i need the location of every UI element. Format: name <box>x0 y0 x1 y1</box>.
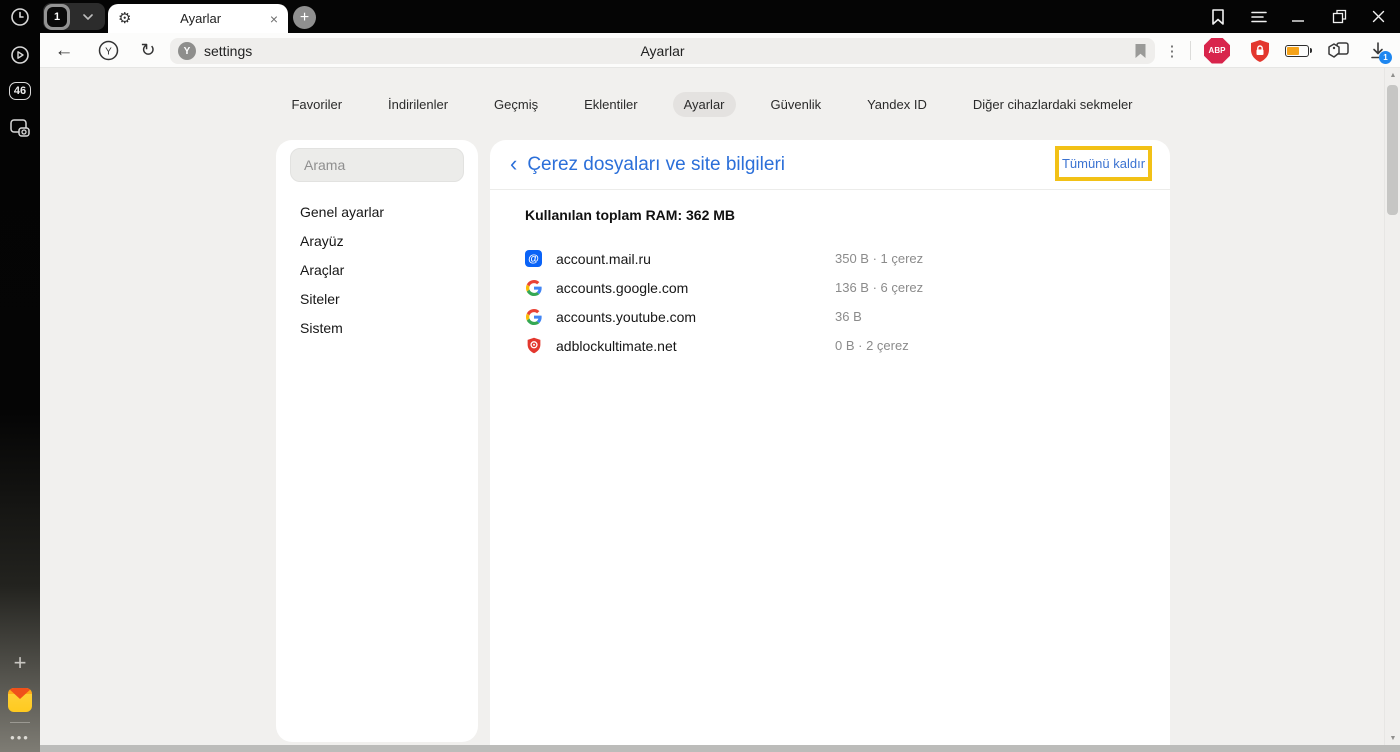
site-domain: accounts.youtube.com <box>556 308 697 325</box>
remove-all-annotation-box: Tümünü kaldır <box>1055 146 1152 181</box>
screenshot-icon[interactable] <box>0 115 40 141</box>
address-bar[interactable]: Y settings Ayarlar <box>170 38 1155 64</box>
url-text: settings <box>204 43 253 59</box>
svg-text:Y: Y <box>105 47 112 58</box>
yandex-home-icon[interactable]: Y <box>92 33 124 68</box>
bookmarks-panel-icon[interactable] <box>1201 0 1235 33</box>
new-tab-button[interactable]: + <box>293 6 316 29</box>
page-title: Çerez dosyaları ve site bilgileri <box>527 153 785 175</box>
back-chevron-icon[interactable]: ‹ <box>510 152 517 175</box>
scroll-down-icon[interactable]: ▼ <box>1385 735 1400 742</box>
rail-add-icon[interactable]: + <box>0 650 40 675</box>
tab-count-badge[interactable]: 46 <box>0 80 40 102</box>
settings-search[interactable] <box>290 148 464 182</box>
site-row[interactable]: accounts.google.com 136 B · 6 çerez <box>490 273 1170 302</box>
settings-page: Favoriler İndirilenler Geçmiş Eklentiler… <box>40 68 1400 752</box>
sidebar-item-genel-ayarlar[interactable]: Genel ayarlar <box>276 197 478 226</box>
sidebar-item-siteler[interactable]: Siteler <box>276 284 478 313</box>
tab-counter[interactable]: 1 <box>43 3 105 30</box>
site-domain: accounts.google.com <box>556 279 689 296</box>
sidebar-items: Genel ayarlar Arayüz Araçlar Siteler Sis… <box>276 197 478 342</box>
site-row[interactable]: accounts.youtube.com 36 B <box>490 302 1170 331</box>
site-list: @ account.mail.ru 350 B · 1 çerez accoun… <box>490 244 1170 360</box>
nav-guvenlik[interactable]: Güvenlik <box>760 92 833 117</box>
nav-eklentiler[interactable]: Eklentiler <box>573 92 648 117</box>
settings-sidebar-panel: Genel ayarlar Arayüz Araçlar Siteler Sis… <box>276 140 478 742</box>
browser-tab-settings[interactable]: ⚙ Ayarlar × <box>108 4 288 33</box>
nav-diger-cihazlar[interactable]: Diğer cihazlardaki sekmeler <box>962 92 1144 117</box>
ram-total-label: Kullanılan toplam RAM: 362 MB <box>525 207 736 223</box>
yandex-mail-icon[interactable] <box>0 688 40 712</box>
scroll-up-icon[interactable]: ▲ <box>1385 72 1400 79</box>
site-size: 136 B · 6 çerez <box>835 280 924 295</box>
tab-title: Ayarlar <box>180 11 222 26</box>
site-size: 0 B · 2 çerez <box>835 338 909 353</box>
bottom-scroll-strip <box>40 745 1400 752</box>
site-domain: account.mail.ru <box>556 250 651 267</box>
nav-favoriler[interactable]: Favoriler <box>280 92 353 117</box>
refresh-icon[interactable]: ↻ <box>132 33 164 68</box>
download-count-badge: 1 <box>1379 51 1392 64</box>
sidebar-item-araclar[interactable]: Araçlar <box>276 255 478 284</box>
scrollbar-thumb[interactable] <box>1387 85 1398 215</box>
site-row[interactable]: @ account.mail.ru 350 B · 1 çerez <box>490 244 1170 273</box>
rail-more-icon[interactable]: ••• <box>0 729 40 745</box>
site-favicon: Y <box>178 42 196 60</box>
kebab-menu-icon[interactable]: ⋮ <box>1156 33 1188 68</box>
vertical-scrollbar[interactable]: ▲ ▼ <box>1384 68 1400 745</box>
nav-indirilenler[interactable]: İndirilenler <box>377 92 459 117</box>
rail-divider <box>10 722 30 723</box>
settings-nav: Favoriler İndirilenler Geçmiş Eklentiler… <box>40 91 1384 117</box>
site-domain: adblockultimate.net <box>556 337 677 354</box>
tab-count: 1 <box>47 6 67 27</box>
play-media-icon[interactable] <box>0 44 40 66</box>
adblock-plus-icon[interactable]: ABP <box>1201 33 1233 68</box>
back-icon[interactable]: ← <box>48 33 80 68</box>
window-close-icon[interactable] <box>1361 0 1395 33</box>
sidebar-item-sistem[interactable]: Sistem <box>276 313 478 342</box>
menu-hamburger-icon[interactable] <box>1242 0 1276 33</box>
battery-saver-icon[interactable] <box>1281 33 1313 68</box>
mailru-at-icon: @ <box>525 250 542 267</box>
nav-yandex-id[interactable]: Yandex ID <box>856 92 938 117</box>
browser-toolbar: ← Y ↻ Y settings Ayarlar ⋮ ABP 1 <box>40 33 1400 68</box>
protect-shield-icon[interactable] <box>1244 33 1276 68</box>
history-clock-icon[interactable] <box>0 6 40 28</box>
site-size: 36 B <box>835 309 862 324</box>
window-minimize-icon[interactable] <box>1281 0 1315 33</box>
cookies-panel: ‹ Çerez dosyaları ve site bilgileri Tümü… <box>490 140 1170 745</box>
downloads-icon[interactable]: 1 <box>1362 33 1394 68</box>
gear-icon: ⚙ <box>118 10 132 27</box>
side-rail: 46 + ••• <box>0 0 40 752</box>
google-g-icon <box>525 279 542 296</box>
chevron-down-icon[interactable] <box>70 13 105 20</box>
search-input[interactable] <box>291 149 463 181</box>
nav-ayarlar[interactable]: Ayarlar <box>672 91 736 117</box>
site-row[interactable]: adblockultimate.net 0 B · 2 çerez <box>490 331 1170 360</box>
site-size: 350 B · 1 çerez <box>835 251 924 266</box>
sidebar-item-arayuz[interactable]: Arayüz <box>276 226 478 255</box>
tab-close-icon[interactable]: × <box>270 12 278 26</box>
tab-bar: 1 ⚙ Ayarlar × + <box>40 0 1400 33</box>
address-bar-page-title: Ayarlar <box>640 43 685 59</box>
toolbar-divider <box>1190 41 1191 60</box>
red-shield-icon <box>525 337 542 354</box>
google-g-icon <box>525 308 542 325</box>
collections-tags-icon[interactable] <box>1322 33 1354 68</box>
remove-all-button[interactable]: Tümünü kaldır <box>1062 156 1145 171</box>
bookmark-icon[interactable] <box>1134 43 1147 59</box>
nav-gecmis[interactable]: Geçmiş <box>483 92 549 117</box>
window-restore-icon[interactable] <box>1322 0 1356 33</box>
